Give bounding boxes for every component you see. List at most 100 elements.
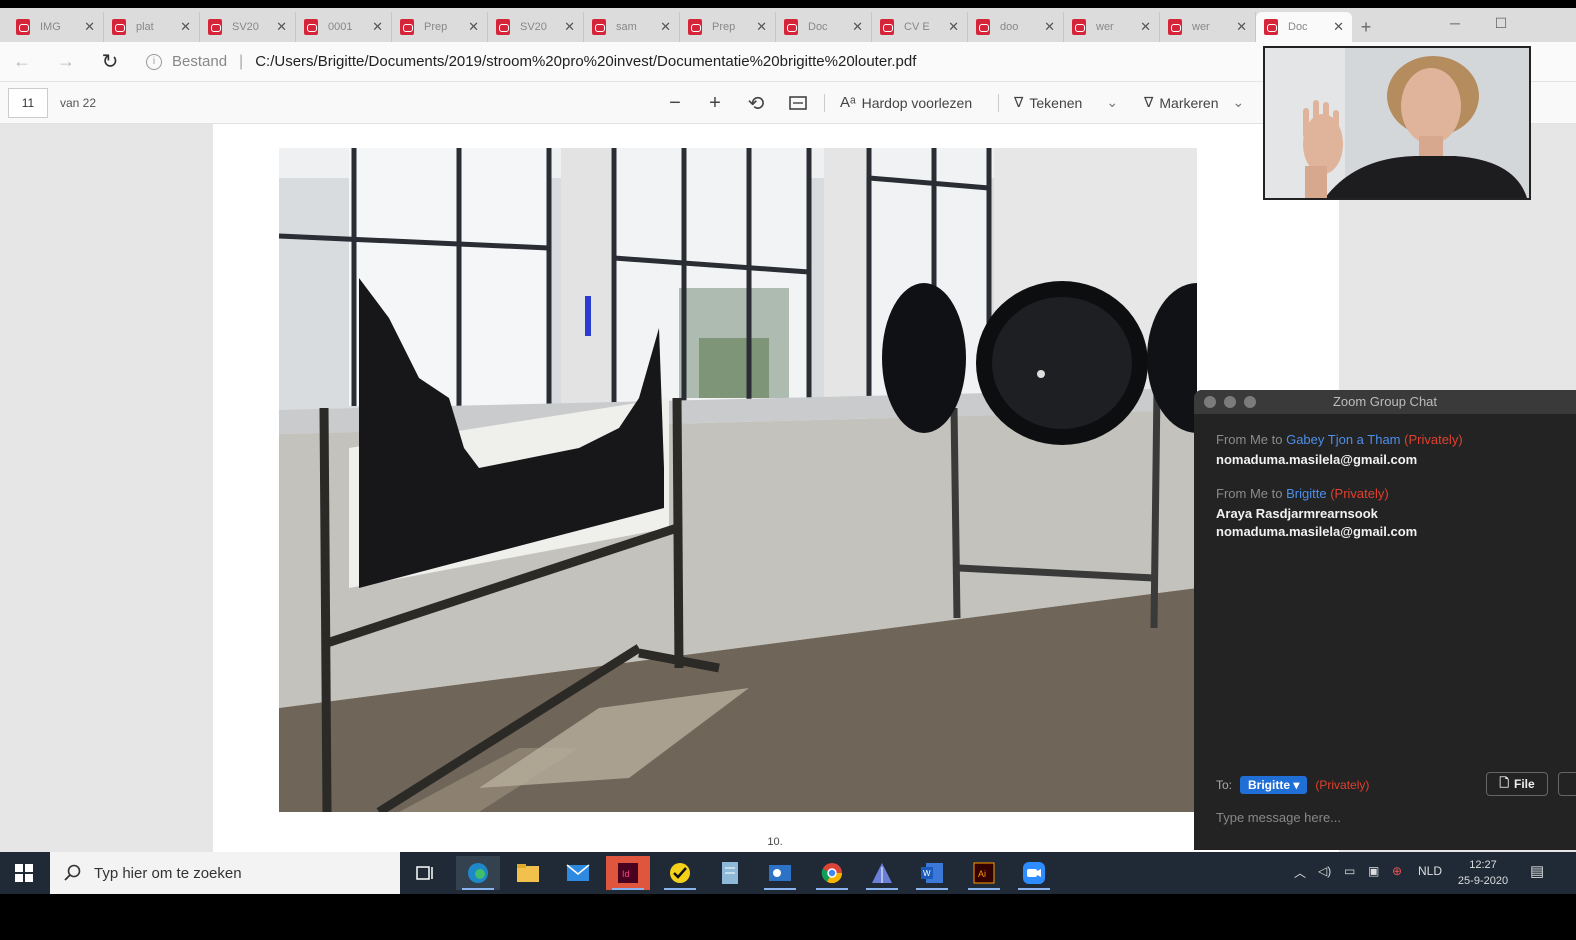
highlight-icon: ∇ — [1144, 94, 1154, 110]
fit-page-icon[interactable] — [786, 90, 810, 116]
url-field[interactable]: C:/Users/Brigitte/Documents/2019/stroom%… — [255, 53, 916, 70]
chat-message-input[interactable]: Type message here... — [1216, 810, 1341, 825]
address-separator: | — [239, 52, 244, 70]
tab-title: Prep — [424, 21, 448, 33]
close-icon[interactable]: ✕ — [756, 19, 767, 35]
tab-title: SV20 — [520, 21, 547, 33]
browser-tab[interactable]: wer ✕ — [1160, 12, 1256, 42]
app-icon[interactable] — [860, 856, 904, 890]
close-icon[interactable]: ✕ — [1140, 19, 1151, 35]
pdf-icon — [880, 19, 894, 35]
display-icon[interactable]: ▣ — [1368, 864, 1379, 878]
page-number-input[interactable]: 11 — [8, 88, 48, 118]
browser-tab[interactable]: IMG ✕ — [8, 12, 104, 42]
close-icon[interactable]: ✕ — [276, 19, 287, 35]
indesign-icon[interactable]: Id — [606, 856, 650, 890]
zoom-out-icon[interactable]: − — [664, 90, 686, 116]
minimize-icon[interactable]: ─ — [1432, 8, 1478, 38]
illustrator-icon[interactable]: Ai — [962, 856, 1006, 890]
security-icon[interactable]: ⊕ — [1392, 864, 1402, 878]
edge-icon[interactable] — [456, 856, 500, 890]
browser-tab[interactable]: 0001 ✕ — [296, 12, 392, 42]
installation-photo — [279, 148, 1197, 812]
chrome-icon[interactable] — [810, 856, 854, 890]
chevron-down-icon[interactable]: ⌄ — [1233, 94, 1245, 111]
tab-title: Prep — [712, 21, 736, 33]
svg-text:Id: Id — [622, 869, 630, 879]
tab-title: Doc — [808, 21, 828, 33]
recipient-select-value: Brigitte — [1248, 778, 1291, 792]
browser-tab[interactable]: Doc ✕ — [776, 12, 872, 42]
windows-taskbar: Typ hier om te zoeken Id W Ai ︿ ◁) ▭ ▣ ⊕… — [0, 852, 1576, 894]
close-icon[interactable]: ✕ — [84, 19, 95, 35]
draw-button[interactable]: ∇ Tekenen ⌄ — [1014, 94, 1118, 111]
close-icon[interactable]: ✕ — [564, 19, 575, 35]
notes-icon[interactable] — [708, 856, 752, 890]
language-indicator[interactable]: NLD — [1418, 864, 1442, 878]
pdf-icon — [112, 19, 126, 35]
browser-tab-active[interactable]: Doc ✕ — [1256, 12, 1352, 42]
maximize-icon[interactable]: ☐ — [1478, 8, 1524, 38]
recipient-select[interactable]: Brigitte ▾ — [1240, 776, 1308, 794]
browser-tab[interactable]: sam ✕ — [584, 12, 680, 42]
file-explorer-icon[interactable] — [506, 856, 550, 890]
pdf-icon — [1072, 19, 1086, 35]
browser-tab[interactable]: SV20 ✕ — [200, 12, 296, 42]
chevron-up-icon[interactable]: ︿ — [1294, 864, 1306, 881]
close-icon[interactable]: ✕ — [852, 19, 863, 35]
close-icon[interactable]: ✕ — [372, 19, 383, 35]
toolbar-divider — [824, 94, 825, 112]
refresh-icon[interactable]: ↻ — [88, 42, 132, 82]
message-recipient: Gabey Tjon a Tham — [1286, 432, 1401, 447]
system-clock[interactable]: 12:27 25-9-2020 — [1452, 857, 1514, 889]
message-from: From Me to — [1216, 432, 1283, 447]
rotate-icon[interactable]: ⟲ — [744, 90, 768, 116]
tab-title: IMG — [40, 21, 61, 33]
browser-tab[interactable]: SV20 ✕ — [488, 12, 584, 42]
page-number-label: 10. — [767, 836, 783, 848]
chevron-down-icon[interactable]: ⌄ — [1106, 94, 1118, 111]
close-icon[interactable]: ✕ — [660, 19, 671, 35]
browser-tab[interactable]: plat ✕ — [104, 12, 200, 42]
outlook-icon[interactable] — [758, 856, 802, 890]
highlight-button[interactable]: ∇ Markeren ⌄ — [1144, 94, 1244, 111]
close-icon[interactable]: ✕ — [948, 19, 959, 35]
back-icon[interactable]: ← — [0, 42, 44, 82]
start-button[interactable] — [0, 852, 48, 894]
more-options-button[interactable] — [1558, 772, 1576, 796]
notification-icon[interactable]: ▤ — [1530, 862, 1544, 880]
close-icon[interactable]: ✕ — [1044, 19, 1055, 35]
taskbar-search[interactable]: Typ hier om te zoeken — [50, 852, 400, 894]
file-button[interactable]: 🗋 File — [1486, 772, 1548, 796]
mail-icon[interactable] — [556, 856, 600, 890]
close-icon[interactable]: ✕ — [180, 19, 191, 35]
browser-tab[interactable]: Prep ✕ — [392, 12, 488, 42]
read-aloud-button[interactable]: Aᵃ Hardop voorlezen — [840, 94, 972, 111]
word-icon[interactable]: W — [910, 856, 954, 890]
zoom-video-tile[interactable] — [1263, 46, 1531, 200]
pdf-icon — [304, 19, 318, 35]
tab-title: Doc — [1288, 21, 1308, 33]
browser-tab[interactable]: wer ✕ — [1064, 12, 1160, 42]
message-text: Araya Rasdjarmrearnsook — [1216, 506, 1378, 521]
close-icon[interactable]: ✕ — [468, 19, 479, 35]
info-icon[interactable]: i — [146, 53, 162, 70]
draw-label: Tekenen — [1029, 94, 1083, 111]
clock-date: 25-9-2020 — [1457, 875, 1509, 887]
tab-title: doo — [1000, 21, 1019, 33]
browser-tab[interactable]: doo ✕ — [968, 12, 1064, 42]
close-icon[interactable]: ✕ — [1333, 19, 1344, 35]
forward-icon[interactable]: → — [44, 42, 88, 82]
volume-icon[interactable]: ◁) — [1318, 864, 1331, 878]
browser-tab[interactable]: CV E ✕ — [872, 12, 968, 42]
pdf-icon — [976, 19, 990, 35]
zoom-icon[interactable] — [1012, 856, 1056, 890]
close-icon[interactable]: ✕ — [1236, 19, 1247, 35]
new-tab-button[interactable]: + — [1352, 12, 1380, 42]
browser-tab[interactable]: Prep ✕ — [680, 12, 776, 42]
task-view-icon[interactable] — [404, 856, 448, 890]
zoom-in-icon[interactable]: + — [704, 90, 726, 116]
network-icon[interactable]: ▭ — [1344, 864, 1355, 878]
toolbar-divider — [998, 94, 999, 112]
norton-icon[interactable] — [658, 856, 702, 890]
